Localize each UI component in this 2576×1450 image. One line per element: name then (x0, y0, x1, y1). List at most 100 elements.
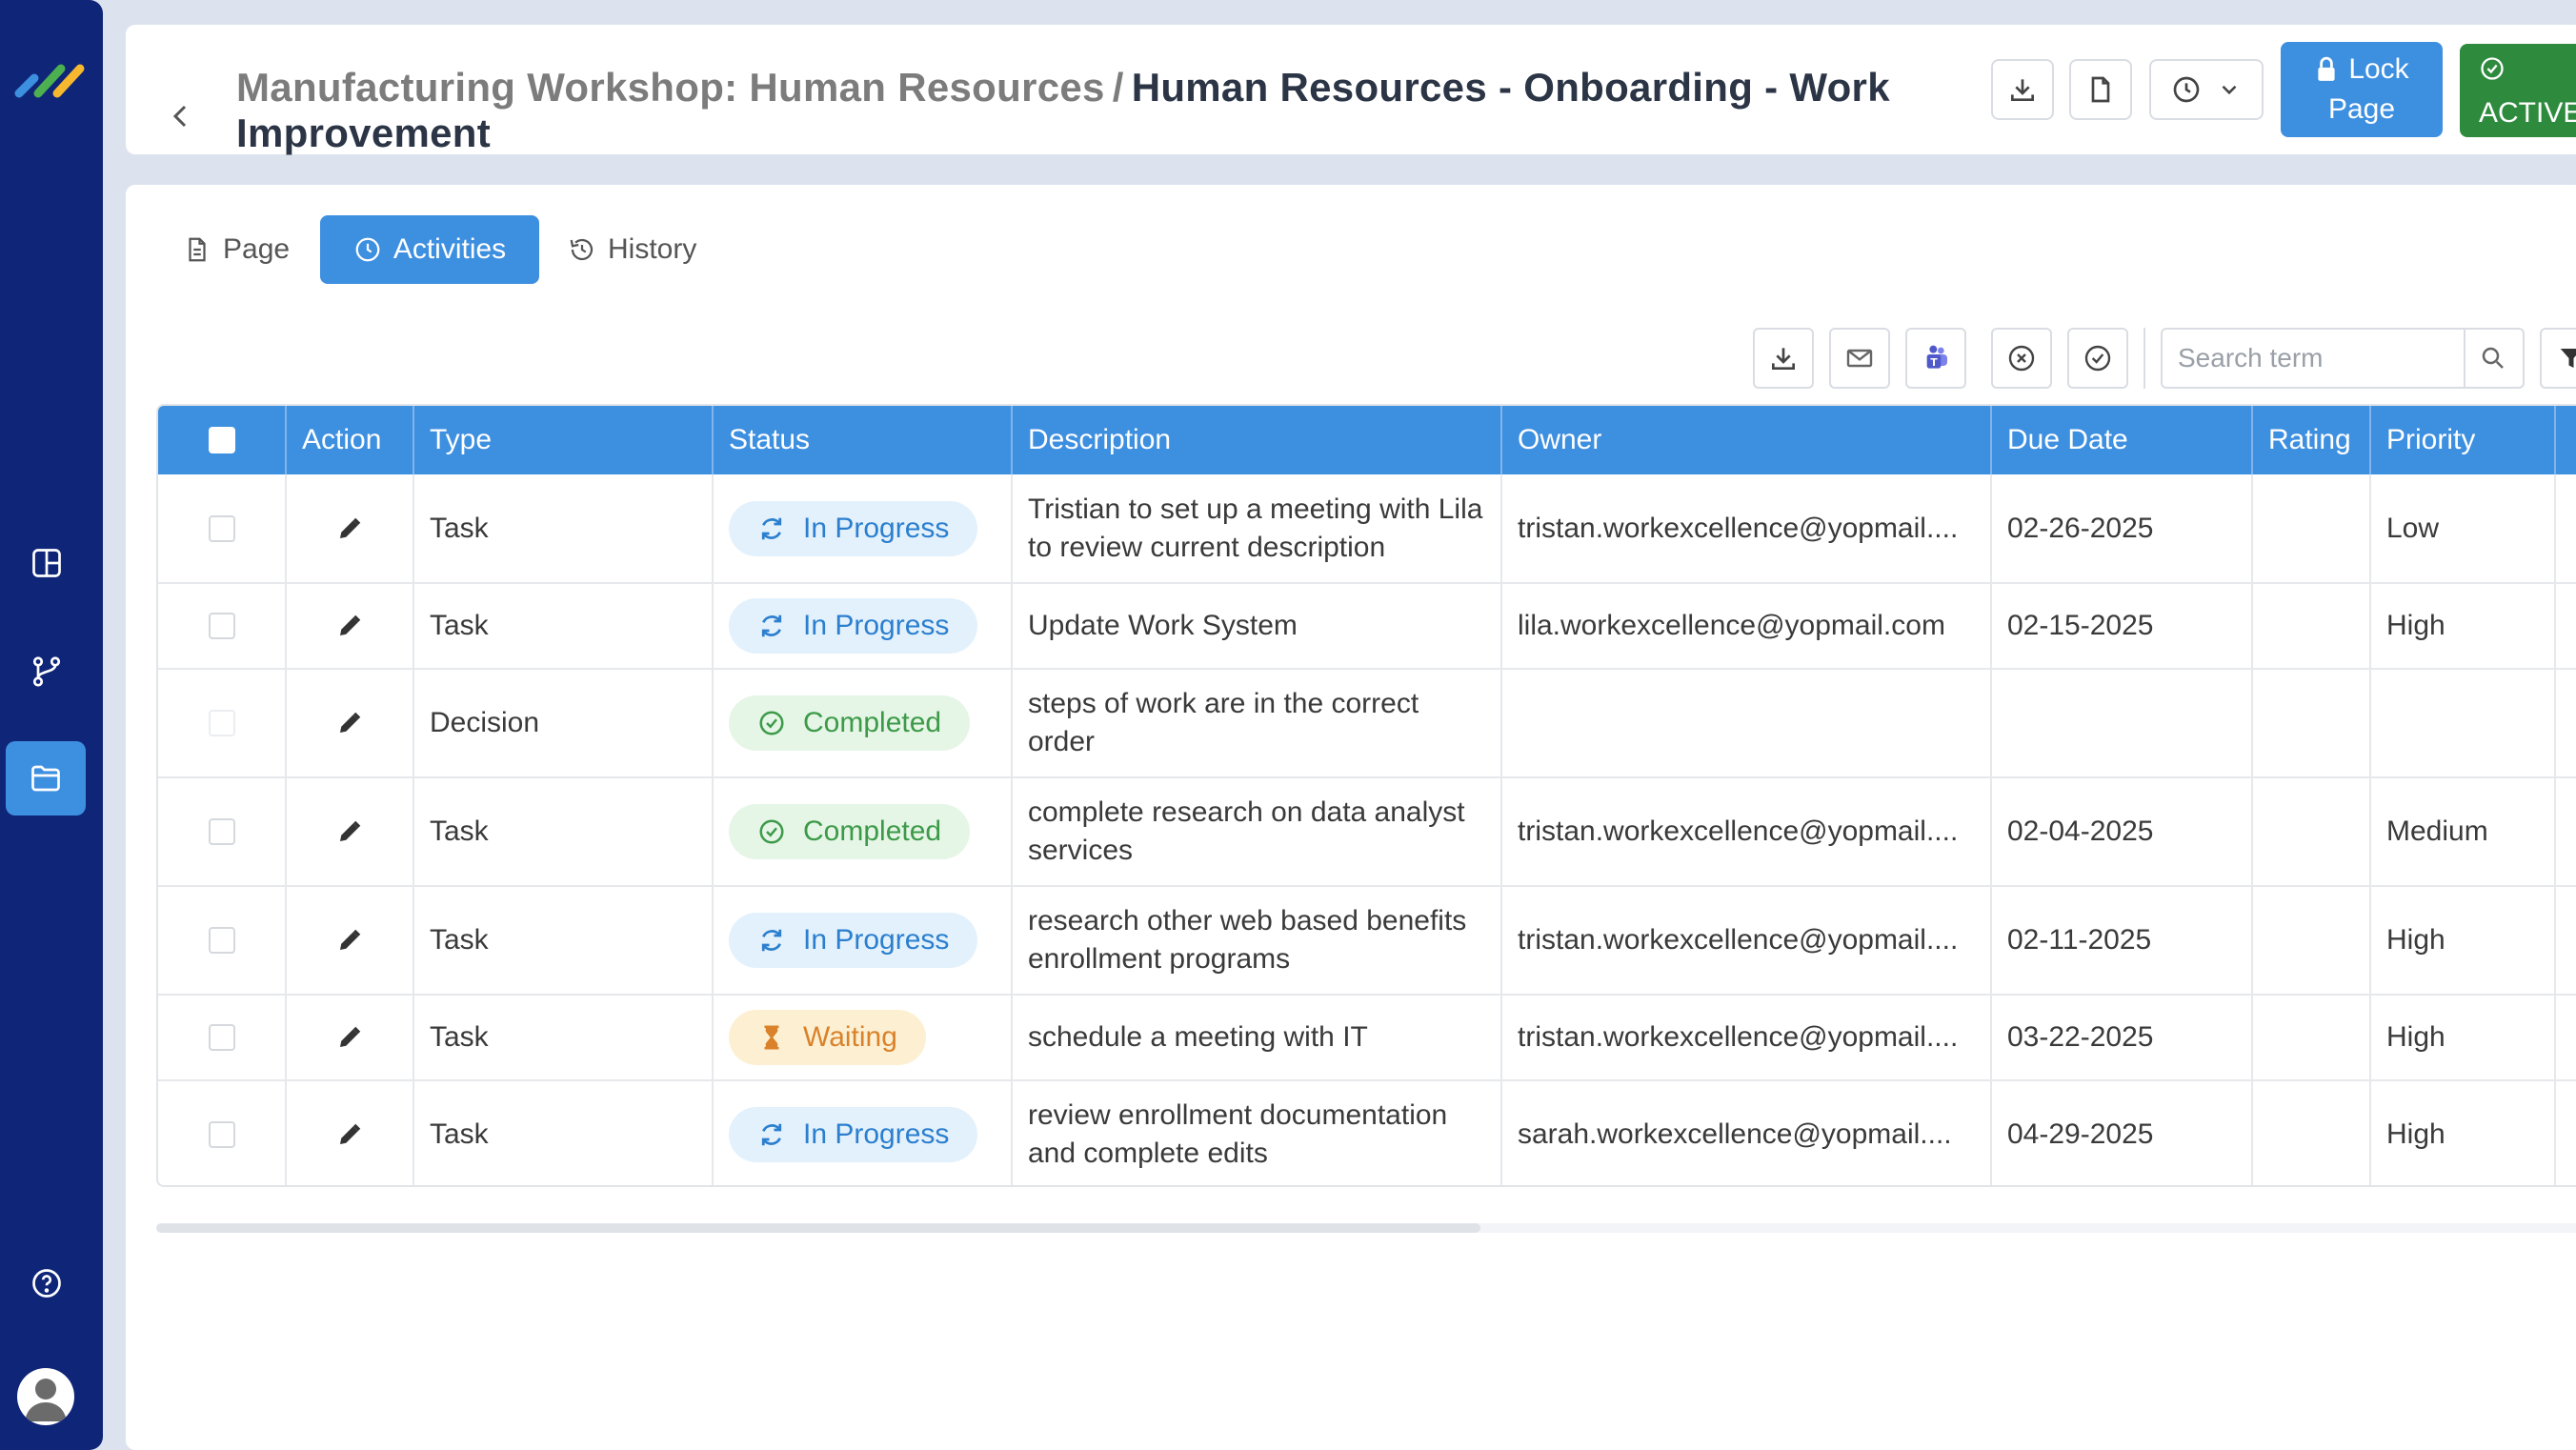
row-overflow-cell (2555, 583, 2576, 670)
document-button[interactable] (2069, 59, 2132, 120)
row-due-date: 02-26-2025 (1991, 474, 2253, 584)
edit-pencil-icon[interactable] (335, 1120, 364, 1149)
row-checkbox[interactable] (208, 710, 235, 736)
refresh-icon (761, 929, 782, 952)
table-row[interactable]: Task In Progress review enrollment documen… (158, 1080, 2576, 1185)
column-header-description[interactable]: Description (1012, 406, 1502, 474)
row-type: Task (413, 583, 714, 670)
column-header-rating[interactable]: Rating (2252, 406, 2371, 474)
history-dropdown-button[interactable] (2149, 59, 2264, 120)
column-header-status[interactable]: Status (713, 406, 1013, 474)
row-description: Tristian to set up a meeting with Lila t… (1012, 474, 1502, 584)
row-owner: lila.workexcellence@yopmail.com (1501, 583, 1992, 670)
row-due-date: 02-15-2025 (1991, 583, 2253, 670)
active-status-button[interactable]: ACTIVE (2460, 44, 2576, 137)
column-header-action[interactable]: Action (286, 406, 414, 474)
row-checkbox[interactable] (208, 514, 235, 542)
download-icon (2011, 79, 2034, 101)
tab-activities[interactable]: Activities (320, 215, 539, 284)
select-all-header (158, 406, 287, 474)
row-rating (2252, 669, 2371, 778)
horizontal-scrollbar-thumb[interactable] (156, 1223, 1480, 1233)
status-label: Completed (803, 816, 942, 847)
row-action-cell (286, 669, 414, 778)
main-panel: Page Activities History T Search term Ac… (126, 185, 2576, 1450)
svg-text:T: T (1930, 356, 1938, 369)
row-status-cell: In Progress (713, 583, 1013, 670)
column-header-owner[interactable]: Owner (1501, 406, 1992, 474)
edit-pencil-icon[interactable] (335, 514, 364, 543)
cancel-selected-button[interactable] (1991, 328, 2052, 389)
edit-pencil-icon[interactable] (335, 817, 364, 846)
row-type: Task (413, 474, 714, 584)
refresh-icon (761, 1123, 782, 1146)
row-checkbox[interactable] (208, 1024, 235, 1051)
row-description: research other web based benefits enroll… (1012, 886, 1502, 996)
select-all-checkbox[interactable] (208, 427, 235, 453)
dashboard-icon[interactable] (13, 530, 80, 596)
user-avatar[interactable] (17, 1368, 74, 1425)
row-action-cell (286, 995, 414, 1081)
folder-icon[interactable] (6, 741, 86, 816)
column-header-type[interactable]: Type (413, 406, 714, 474)
user-icon (25, 1379, 67, 1421)
complete-selected-button[interactable] (2067, 328, 2128, 389)
edit-pencil-icon[interactable] (335, 1023, 364, 1052)
export-button[interactable] (1753, 328, 1814, 389)
edit-pencil-icon[interactable] (335, 926, 364, 955)
row-priority: High (2370, 1080, 2556, 1185)
breadcrumb-parent[interactable]: Manufacturing Workshop: Human Resources (236, 65, 1105, 110)
lock-page-button[interactable]: Lock Page (2281, 42, 2443, 137)
row-action-cell (286, 583, 414, 670)
check-circle-icon (759, 819, 784, 844)
table-row[interactable]: Decision Completed steps of work are in th… (158, 669, 2576, 778)
table-body: Task In Progress Tristian to set up a meet… (158, 474, 2576, 1185)
app-logo-icon[interactable] (13, 55, 86, 103)
row-priority: Medium (2370, 777, 2556, 887)
row-checkbox[interactable] (208, 927, 235, 954)
status-label: In Progress (803, 512, 950, 544)
table-row[interactable]: Task Completed complete research on data a… (158, 777, 2576, 887)
row-checkbox[interactable] (208, 1121, 235, 1148)
row-select-cell (158, 1080, 287, 1185)
edit-pencil-icon[interactable] (335, 709, 364, 737)
tab-page[interactable]: Page (168, 215, 305, 284)
tab-history[interactable]: History (553, 215, 712, 284)
search-button[interactable] (2464, 328, 2525, 389)
download-button[interactable] (1991, 59, 2054, 120)
chevron-down-icon (2222, 85, 2237, 95)
row-status-cell: In Progress (713, 886, 1013, 996)
table-row[interactable]: Task Waiting schedule a meeting with IT tri… (158, 995, 2576, 1081)
email-button[interactable] (1829, 328, 1890, 389)
clock-icon (2173, 76, 2200, 103)
search-input[interactable] (2161, 328, 2465, 389)
status-label: In Progress (803, 924, 950, 956)
column-header-priority[interactable]: Priority (2370, 406, 2556, 474)
column-header-due-date[interactable]: Due Date (1991, 406, 2253, 474)
download-icon (1772, 348, 1795, 370)
back-chevron-icon[interactable] (166, 97, 194, 135)
table-row[interactable]: Task In Progress Update Work System lila.wo… (158, 583, 2576, 670)
table-row[interactable]: Task In Progress research other web based … (158, 886, 2576, 996)
edit-pencil-icon[interactable] (335, 612, 364, 640)
row-select-cell (158, 886, 287, 996)
row-select-cell (158, 669, 287, 778)
help-icon[interactable] (13, 1250, 80, 1317)
row-type: Decision (413, 669, 714, 778)
row-status-cell: Completed (713, 777, 1013, 887)
workflow-branch-icon[interactable] (13, 638, 80, 705)
row-action-cell (286, 1080, 414, 1185)
breadcrumb-separator: / (1112, 65, 1124, 110)
teams-button[interactable]: T (1905, 328, 1966, 389)
page-title: Manufacturing Workshop: Human Resources /… (236, 65, 2075, 156)
row-checkbox[interactable] (208, 818, 235, 845)
row-type: Task (413, 1080, 714, 1185)
row-action-cell (286, 474, 414, 584)
status-label: In Progress (803, 1118, 950, 1150)
row-rating (2252, 1080, 2371, 1185)
filter-button[interactable] (2540, 328, 2576, 389)
table-row[interactable]: Task In Progress Tristian to set up a meet… (158, 474, 2576, 584)
document-icon (2091, 76, 2110, 103)
row-select-cell (158, 995, 287, 1081)
row-checkbox[interactable] (208, 613, 235, 639)
